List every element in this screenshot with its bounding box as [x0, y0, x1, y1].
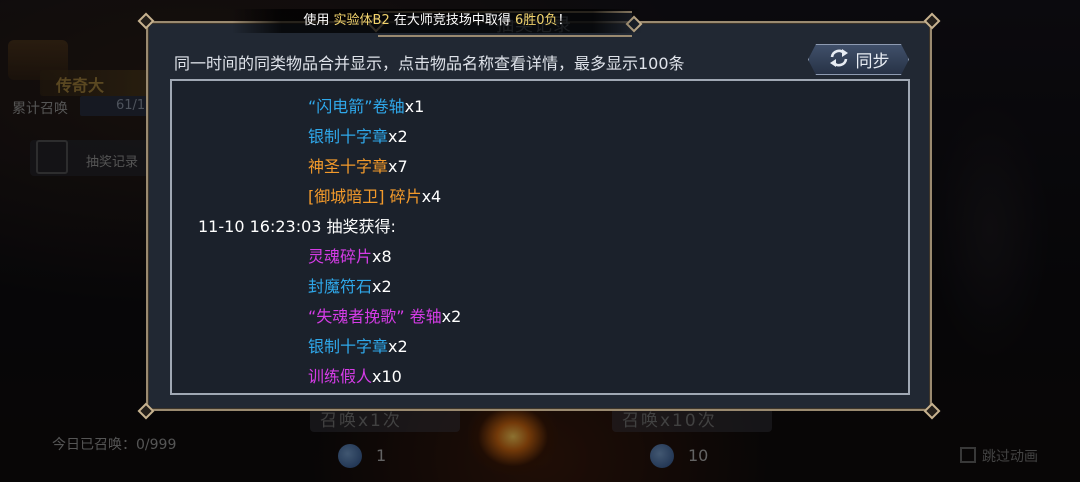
item-name-link[interactable]: 银制十字章 [308, 127, 388, 146]
item-quantity: x2 [388, 127, 408, 146]
record-entry: 银制十字章x2 [308, 127, 408, 147]
notice-prefix: 使用 [303, 13, 334, 28]
sync-button[interactable]: 同步 [808, 44, 909, 75]
item-quantity: x7 [388, 157, 408, 176]
item-quantity: x1 [404, 97, 425, 116]
item-name-link[interactable]: 神圣十字章 [308, 157, 388, 176]
item-name-link[interactable]: [御城暗卫] 碎片 [308, 187, 422, 206]
sync-arrows-icon [828, 48, 850, 72]
record-timestamp-header: 11-10 16:23:03 抽奖获得: [198, 217, 396, 236]
item-name-link[interactable]: 银制十字章 [308, 337, 388, 356]
record-entry: 训练假人x10 [308, 367, 402, 387]
record-entry: 封魔符石x2 [308, 277, 392, 297]
item-quantity: x2 [372, 277, 392, 296]
notice-character: 实验体B2 [333, 13, 390, 28]
item-quantity: x8 [372, 247, 392, 266]
broadcast-notice: 使用 实验体B2 在大师竞技场中取得 6胜0负！ [232, 9, 642, 33]
notice-suffix: ！ [557, 13, 571, 28]
dialog-info-text: 同一时间的同类物品合并显示，点击物品名称查看详情，最多显示100条 [174, 54, 685, 73]
sync-label: 同步 [855, 52, 890, 72]
item-quantity: x10 [372, 367, 402, 386]
record-entry: 神圣十字章x7 [308, 157, 408, 177]
item-name-link[interactable]: “闪电箭”卷轴 [308, 97, 405, 116]
notice-middle: 在大师竞技场中取得 [389, 13, 516, 28]
item-name-link[interactable]: 训练假人 [308, 367, 372, 386]
record-entry: [御城暗卫] 碎片x4 [308, 187, 441, 207]
record-entry: “失魂者挽歌” 卷轴x2 [308, 307, 461, 327]
notice-record: 6胜0负 [515, 13, 558, 28]
item-quantity: x4 [421, 187, 442, 206]
record-entry: 银制十字章x2 [308, 337, 408, 357]
item-name-link[interactable]: 封魔符石 [308, 277, 372, 296]
record-entry: “闪电箭”卷轴x1 [308, 97, 424, 117]
item-name-link[interactable]: “失魂者挽歌” 卷轴 [308, 307, 442, 326]
draw-record-list[interactable]: “闪电箭”卷轴x1 银制十字章x2 神圣十字章x7 [御城暗卫] 碎片x4 11-10 … [170, 79, 910, 395]
item-quantity: x2 [388, 337, 408, 356]
record-entry: 灵魂碎片x8 [308, 247, 392, 267]
item-name-link[interactable]: 灵魂碎片 [308, 247, 372, 266]
item-quantity: x2 [441, 307, 462, 326]
